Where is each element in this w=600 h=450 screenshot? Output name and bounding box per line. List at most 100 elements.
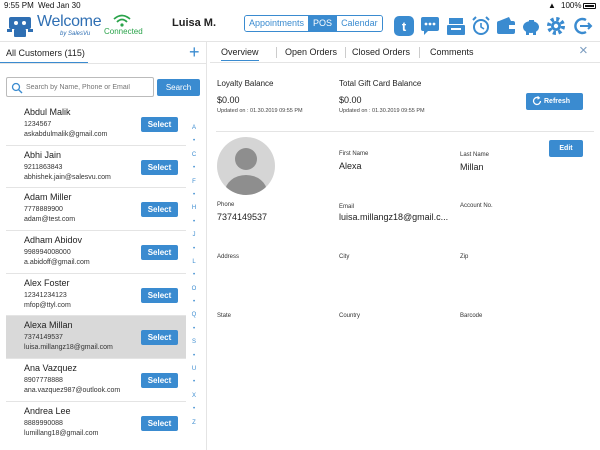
tab-calendar[interactable]: Calendar	[337, 16, 382, 31]
alpha-index-item[interactable]: •	[187, 296, 201, 309]
alpha-index-item[interactable]: Z	[187, 417, 201, 430]
alpha-index-item[interactable]: •	[187, 403, 201, 416]
customer-name: Alex Foster	[24, 278, 70, 288]
gift-card-balance-label: Total Gift Card Balance	[339, 79, 421, 88]
first-name-label: First Name	[339, 151, 368, 157]
search-input[interactable]	[26, 81, 152, 94]
alphabet-index: A • C • F • H • J • L • O • Q • S • U • …	[187, 122, 201, 430]
connection-status: Connected	[104, 27, 143, 36]
alarm-icon[interactable]	[470, 15, 492, 37]
alpha-index-item[interactable]: L	[187, 256, 201, 269]
customer-phone: 9211863843	[24, 164, 62, 171]
status-date: Wed Jan 30	[38, 1, 81, 10]
wallet-icon[interactable]	[495, 15, 517, 37]
settings-icon[interactable]	[545, 15, 567, 37]
alpha-index-item[interactable]: •	[187, 269, 201, 282]
wifi-icon: ▲	[548, 1, 556, 10]
customer-row[interactable]: Ana Vazquez 8907778888 ana.vazquez987@ou…	[6, 359, 186, 402]
brand-title: Welcome	[37, 13, 101, 31]
email-label: Email	[339, 204, 354, 210]
chat-icon[interactable]	[419, 15, 441, 37]
search-icon	[11, 82, 23, 94]
alpha-index-item[interactable]: F	[187, 176, 201, 189]
search-button[interactable]: Search	[157, 79, 200, 96]
customer-row-selected[interactable]: Alexa Millan 7374149537 luisa.millangz18…	[6, 316, 186, 359]
all-customers-heading[interactable]: All Customers (115)	[6, 48, 85, 58]
loyalty-balance-label: Loyalty Balance	[217, 79, 273, 88]
alpha-index-item[interactable]: •	[187, 189, 201, 202]
tab-pos[interactable]: POS	[309, 16, 337, 31]
alpha-index-item[interactable]: A	[187, 122, 201, 135]
customer-name: Abhi Jain	[24, 150, 61, 160]
customer-email: adam@test.com	[24, 216, 75, 223]
customer-row[interactable]: Abhi Jain 9211863843 abhishek.jain@sales…	[6, 146, 186, 189]
barcode-label: Barcode	[460, 313, 482, 319]
add-customer-button[interactable]: +	[189, 43, 200, 61]
select-customer-button[interactable]: Select	[141, 330, 178, 345]
customer-row[interactable]: Adam Miller 7778889900 adam@test.com Sel…	[6, 188, 186, 231]
customer-phone: 7778889900	[24, 206, 63, 213]
alpha-index-item[interactable]: •	[187, 162, 201, 175]
alpha-index-item[interactable]: •	[187, 216, 201, 229]
select-customer-button[interactable]: Select	[141, 245, 178, 260]
tab-appointments[interactable]: Appointments	[245, 16, 309, 31]
tab-overview[interactable]: Overview	[221, 47, 259, 61]
customer-row[interactable]: Abdul Malik 1234567 askabdulmalik@gmail.…	[6, 103, 186, 146]
first-name-value: Alexa	[339, 161, 362, 171]
tab-separator	[419, 47, 420, 58]
customer-name: Adam Miller	[24, 192, 72, 202]
app-header: Welcome by SalesVu Connected Luisa M. Ap…	[0, 12, 600, 42]
alpha-index-item[interactable]: •	[187, 376, 201, 389]
alpha-index-item[interactable]: Q	[187, 309, 201, 322]
current-user-name[interactable]: Luisa M.	[172, 17, 216, 29]
select-customer-button[interactable]: Select	[141, 117, 178, 132]
customer-phone: 1234567	[24, 121, 51, 128]
customer-name: Ana Vazquez	[24, 363, 77, 373]
tab-open-orders[interactable]: Open Orders	[285, 47, 337, 57]
select-customer-button[interactable]: Select	[141, 416, 178, 431]
tab-comments[interactable]: Comments	[430, 47, 474, 57]
alpha-index-item[interactable]: X	[187, 390, 201, 403]
edit-button[interactable]: Edit	[549, 140, 583, 157]
customer-row[interactable]: Adham Abidov 998994008000 a.abidoff@gmai…	[6, 231, 186, 274]
customer-phone: 998994008000	[24, 249, 71, 256]
tab-closed-orders[interactable]: Closed Orders	[352, 47, 410, 57]
alpha-index-item[interactable]: H	[187, 202, 201, 215]
alpha-index-item[interactable]: O	[187, 283, 201, 296]
alpha-index-item[interactable]: J	[187, 229, 201, 242]
customer-row[interactable]: Andrea Lee 8889990088 lumillang18@gmail.…	[6, 402, 186, 445]
alpha-index-item[interactable]: •	[187, 243, 201, 256]
zip-label: Zip	[460, 254, 468, 260]
select-customer-button[interactable]: Select	[141, 373, 178, 388]
customer-email: askabdulmalik@gmail.com	[24, 131, 107, 138]
register-icon[interactable]	[445, 15, 467, 37]
address-label: Address	[217, 254, 239, 260]
t-app-icon[interactable]: t	[393, 15, 415, 37]
alpha-index-item[interactable]: U	[187, 363, 201, 376]
gift-card-updated: Updated on : 01.30.2019 09:55 PM	[339, 108, 425, 114]
refresh-icon	[532, 96, 542, 106]
alpha-index-item[interactable]: •	[187, 135, 201, 148]
refresh-button[interactable]: Refresh	[526, 93, 583, 110]
person-icon	[217, 137, 275, 195]
avatar	[217, 137, 275, 195]
select-customer-button[interactable]: Select	[141, 160, 178, 175]
alpha-index-item[interactable]: •	[187, 350, 201, 363]
alpha-index-item[interactable]: S	[187, 336, 201, 349]
customer-phone: 7374149537	[24, 334, 63, 341]
close-icon[interactable]: ×	[579, 42, 588, 59]
piggy-bank-icon[interactable]	[520, 15, 542, 37]
logout-icon[interactable]	[571, 15, 593, 37]
select-customer-button[interactable]: Select	[141, 202, 178, 217]
customer-list: Abdul Malik 1234567 askabdulmalik@gmail.…	[6, 103, 186, 445]
alpha-index-item[interactable]: •	[187, 323, 201, 336]
customer-email: luisa.millangz18@gmail.com	[24, 344, 113, 351]
phone-value: 7374149537	[217, 212, 267, 222]
last-name-label: Last Name	[460, 152, 489, 158]
customer-email: a.abidoff@gmail.com	[24, 259, 90, 266]
customer-row[interactable]: Alex Foster 12341234123 mfop@ttyl.com Se…	[6, 274, 186, 317]
divider	[0, 63, 207, 64]
search-box	[6, 77, 154, 97]
select-customer-button[interactable]: Select	[141, 288, 178, 303]
alpha-index-item[interactable]: C	[187, 149, 201, 162]
